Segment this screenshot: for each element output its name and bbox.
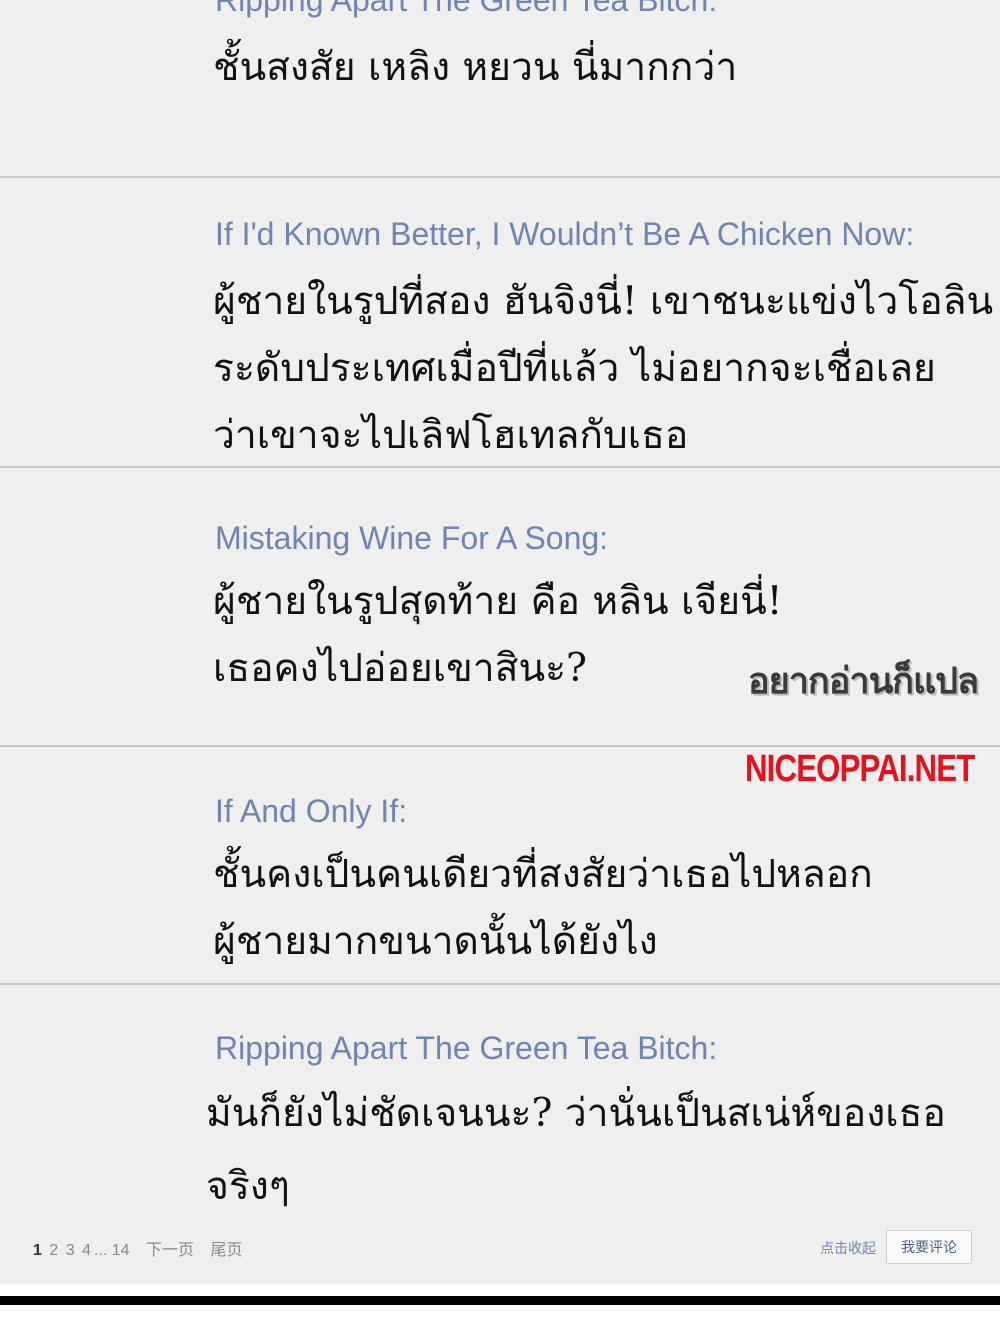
footer-gap: [0, 1284, 1000, 1296]
comment-text-line: เธอคงไปอ่อยเขาสินะ?: [213, 646, 587, 691]
page-link-last[interactable]: 14: [112, 1242, 130, 1259]
comment-author: Mistaking Wine For A Song:: [215, 520, 609, 556]
pagination: 1 2 3 4... 14 下一页 尾页: [33, 1236, 246, 1260]
comment-text-line: ว่าเขาจะไปเลิฟโฮเทลกับเธอ: [213, 413, 689, 458]
next-page-link[interactable]: 下一页: [146, 1242, 194, 1259]
comment-divider: [0, 983, 1000, 985]
comment-author: Ripping Apart The Green Tea Bitch:: [215, 0, 718, 18]
page-link-3[interactable]: 3: [66, 1242, 75, 1259]
comment-text-line: ผู้ชายมากขนาดนั้นได้ยังไง: [213, 919, 658, 964]
comment-text-line: มันก็ยังไม่ชัดเจนนะ? ว่านั่นเป็นสเน่ห์ขอ…: [206, 1091, 946, 1136]
end-page-link[interactable]: 尾页: [211, 1242, 243, 1259]
bottom-border: [0, 1296, 1000, 1305]
footer-area: [0, 1305, 1000, 1328]
page-link-4[interactable]: 4: [82, 1242, 91, 1259]
collapse-link[interactable]: 点击收起: [820, 1238, 876, 1258]
comment-divider: [0, 176, 1000, 178]
comment-text-line: ชั้นคงเป็นคนเดียวที่สงสัยว่าเธอไปหลอก: [213, 852, 873, 897]
comment-text-line: ระดับประเทศเมื่อปีที่แล้ว ไม่อยากจะเชื่อ…: [213, 346, 936, 391]
comment-text-line: ผู้ชายในรูปสุดท้าย คือ หลิน เจียนี่!: [213, 579, 783, 624]
comment-text-line: ผู้ชายในรูปที่สอง ฮันจิงนี่! เขาชนะแข่งไ…: [213, 279, 994, 324]
site-watermark: NICEOPPAI.NET: [745, 748, 975, 790]
translator-watermark: อยากอ่านก็แปล: [748, 661, 979, 702]
write-comment-button[interactable]: 我要评论: [886, 1230, 972, 1264]
comment-author: If And Only If:: [215, 793, 408, 829]
comment-divider: [0, 745, 1000, 747]
comment-author: If I'd Known Better, I Wouldn’t Be A Chi…: [215, 216, 915, 252]
pagination-ellipsis: ...: [93, 1242, 108, 1259]
page-link-2[interactable]: 2: [49, 1242, 58, 1259]
comment-divider: [0, 466, 1000, 468]
comment-author: Ripping Apart The Green Tea Bitch:: [215, 1030, 718, 1066]
page-link-1[interactable]: 1: [33, 1242, 42, 1259]
comment-text-line: จริงๆ: [206, 1164, 290, 1209]
comment-text-line: ชั้นสงสัย เหลิง หยวน นี่มากกว่า: [213, 45, 738, 90]
